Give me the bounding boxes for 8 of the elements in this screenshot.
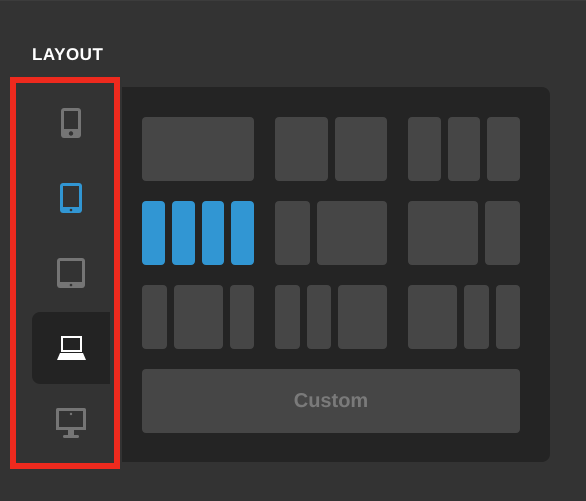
device-tab[interactable] bbox=[32, 312, 110, 384]
laptop-icon bbox=[56, 336, 86, 360]
phone-icon bbox=[61, 108, 81, 138]
tablet-icon bbox=[60, 183, 82, 213]
layout-option[interactable] bbox=[142, 201, 254, 265]
tablet-icon bbox=[57, 258, 85, 288]
monitor-icon bbox=[56, 408, 86, 438]
section-title: LAYOUT bbox=[32, 45, 104, 65]
